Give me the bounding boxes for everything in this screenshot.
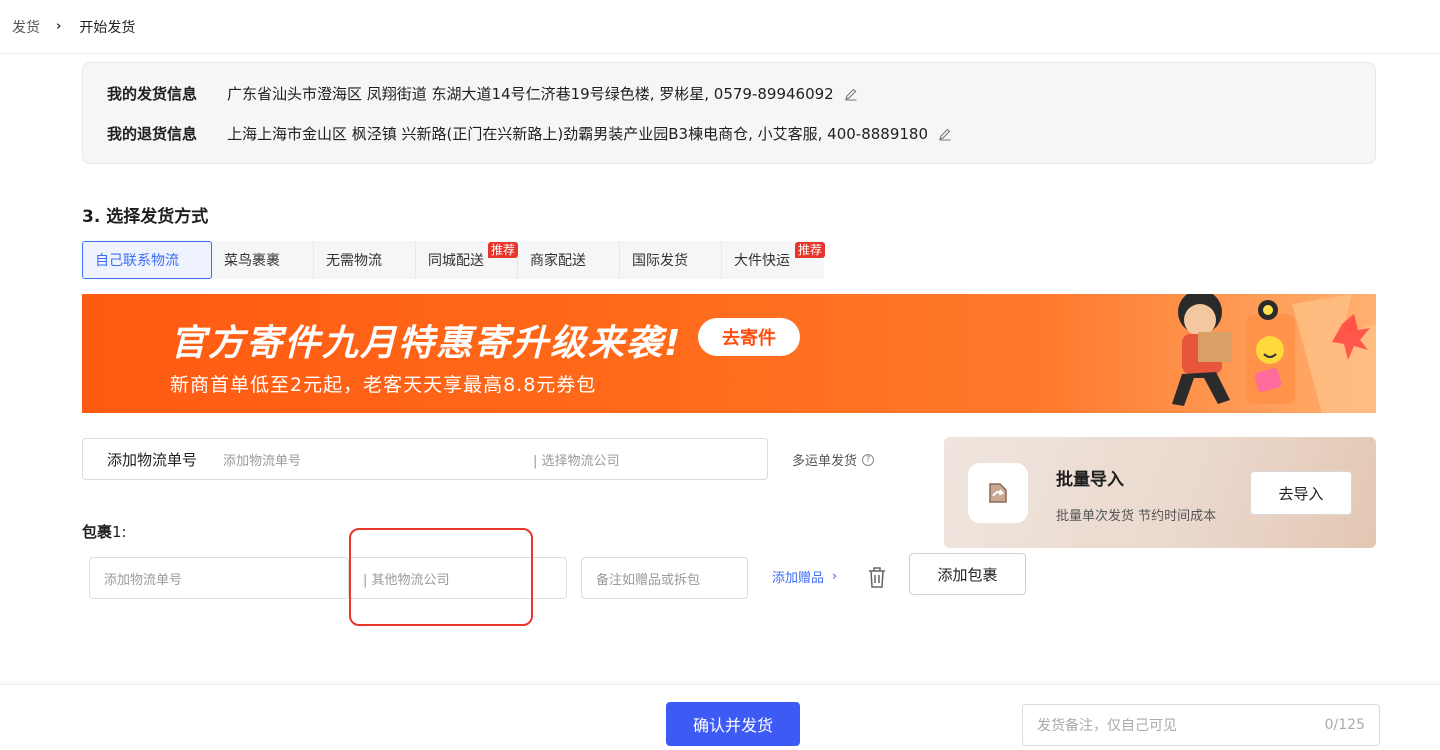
multi-waybill-label: 多运单发货 [792, 454, 858, 469]
return-info-value: 上海上海市金山区 枫泾镇 兴新路(正门在兴新路上)劲霸男装产业园B3棟电商仓, … [227, 125, 928, 143]
address-info-panel: 我的发货信息 广东省汕头市澄海区 凤翔街道 东湖大道14号仁济巷19号绿色楼, … [82, 62, 1376, 164]
edit-icon[interactable] [938, 127, 952, 141]
package-tracking-input[interactable]: 添加物流单号 [89, 557, 349, 599]
package-label: 包裹1: [82, 521, 127, 542]
promo-banner[interactable]: 官方寄件九月特惠寄升级来袭! 新商首单低至2元起，老客天天享最高8.8元券包 去… [82, 294, 1376, 413]
courier-illustration [1172, 294, 1376, 413]
add-gift-link[interactable]: 添加赠品 › [772, 567, 837, 586]
add-tracking-label: 添加物流单号 [107, 450, 198, 469]
batch-import-desc: 批量单次发货 节约时间成本 [1056, 509, 1217, 524]
ship-info-label: 我的发货信息 [107, 85, 198, 103]
add-gift-label: 添加赠品 [772, 571, 825, 586]
tracking-number-input[interactable]: 添加物流单号 [223, 450, 533, 469]
confirm-ship-button[interactable]: 确认并发货 [666, 702, 800, 746]
chevron-right-icon: › [56, 19, 62, 34]
tab-no-logistics[interactable]: 无需物流 [314, 241, 416, 279]
package-remark-input[interactable]: 备注如赠品或拆包 [581, 557, 748, 599]
package-label-text: 包裹 [82, 523, 113, 541]
trash-icon[interactable] [866, 565, 888, 589]
banner-headline: 官方寄件九月特惠寄升级来袭! [170, 323, 683, 364]
note-placeholder: 发货备注，仅自己可见 [1037, 718, 1177, 734]
banner-subline: 新商首单低至2元起，老客天天享最高8.8元券包 [170, 374, 597, 396]
tab-same-city[interactable]: 同城配送 推荐 [416, 241, 518, 279]
return-info-label: 我的退货信息 [107, 125, 198, 143]
banner-send-button[interactable]: 去寄件 [698, 318, 800, 356]
highlight-box [349, 528, 533, 626]
breadcrumb-parent[interactable]: 发货 [12, 17, 40, 37]
tab-label: 商家配送 [530, 253, 586, 269]
ship-info-value: 广东省汕头市澄海区 凤翔街道 东湖大道14号仁济巷19号绿色楼, 罗彬星, 05… [227, 85, 834, 103]
add-package-button[interactable]: 添加包裹 [909, 553, 1026, 595]
tab-self-logistics[interactable]: 自己联系物流 [82, 241, 212, 279]
tab-label: 同城配送 [428, 253, 484, 269]
breadcrumb: 发货 › 开始发货 [0, 0, 1440, 54]
tab-bulky-freight[interactable]: 大件快运 推荐 [722, 241, 825, 279]
shipping-note-input[interactable]: 发货备注，仅自己可见 0/125 [1022, 704, 1380, 746]
batch-import-card: 批量导入 批量单次发货 节约时间成本 去导入 [944, 437, 1376, 548]
return-info-row: 我的退货信息 上海上海市金山区 枫泾镇 兴新路(正门在兴新路上)劲霸男装产业园B… [107, 123, 952, 144]
tab-label: 菜鸟裹裹 [224, 253, 280, 269]
note-char-count: 0/125 [1324, 717, 1365, 733]
tab-label: 无需物流 [326, 253, 382, 269]
breadcrumb-current: 开始发货 [79, 19, 136, 36]
tab-cainiao[interactable]: 菜鸟裹裹 [212, 241, 314, 279]
recommend-badge: 推荐 [794, 242, 825, 258]
tab-label: 自己联系物流 [95, 253, 179, 269]
edit-icon[interactable] [844, 87, 858, 101]
ship-info-row: 我的发货信息 广东省汕头市澄海区 凤翔街道 东湖大道14号仁济巷19号绿色楼, … [107, 83, 858, 104]
footer-bar: 确认并发货 发货备注，仅自己可见 0/125 [0, 684, 1440, 750]
add-tracking-row: 添加物流单号 添加物流单号 | 选择物流公司 [82, 438, 768, 480]
recommend-badge: 推荐 [487, 242, 518, 258]
import-icon [968, 463, 1028, 523]
package-index: 1: [112, 523, 127, 541]
question-icon[interactable]: ? [862, 453, 875, 466]
shipping-method-tabs: 自己联系物流 菜鸟裹裹 无需物流 同城配送 推荐 商家配送 国际发货 大件快运 推荐 [82, 241, 825, 279]
tab-international[interactable]: 国际发货 [620, 241, 722, 279]
section-title: 3. 选择发货方式 [82, 207, 209, 227]
tab-label: 国际发货 [632, 253, 688, 269]
tab-merchant-delivery[interactable]: 商家配送 [518, 241, 620, 279]
tab-label: 大件快运 [734, 253, 790, 269]
go-import-button[interactable]: 去导入 [1250, 471, 1352, 515]
logistics-company-select[interactable]: | 选择物流公司 [533, 450, 620, 469]
chevron-right-icon: › [832, 569, 838, 584]
batch-import-title: 批量导入 [1056, 470, 1124, 490]
multi-waybill-option[interactable]: 多运单发货 ? [792, 450, 875, 469]
